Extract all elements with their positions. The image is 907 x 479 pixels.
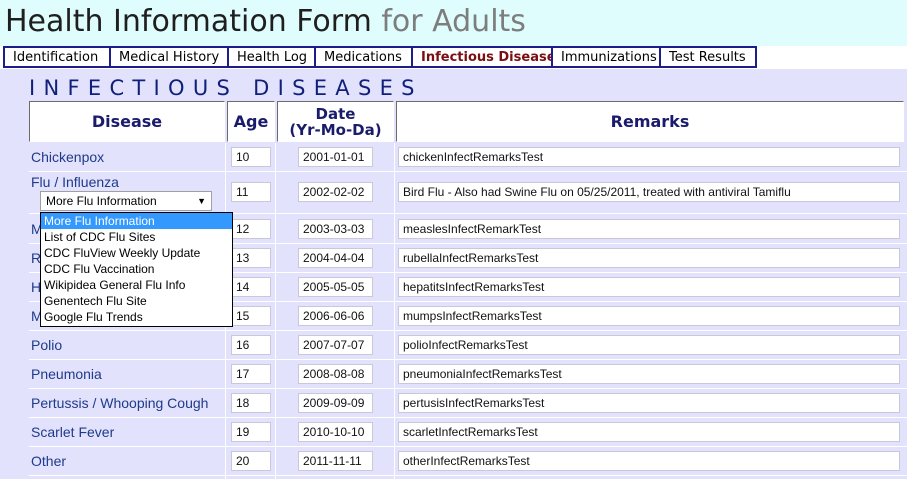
date-field[interactable]: 2006-06-06 [298,306,373,326]
date-field[interactable]: 2004-04-04 [298,248,373,268]
column-divider [275,143,276,479]
disease-name-chickenpox: Chickenpox [31,149,105,165]
row-divider [29,417,907,418]
date-field[interactable]: 2011-11-11 [298,451,373,471]
title-bar: Health Information Form for Adults [0,0,907,46]
row-divider [29,330,907,331]
remarks-field[interactable]: rubellaInfectRemarksTest [398,248,900,268]
disease-name-pneumonia: Pneumonia [31,366,102,382]
tab-test-results[interactable]: Test Results [659,46,757,68]
tab-health-log[interactable]: Health Log [227,46,316,68]
header-age: Age [227,101,275,142]
remarks-field[interactable]: chickenInfectRemarksTest [398,147,900,167]
age-field[interactable]: 10 [231,147,271,167]
dropdown-option[interactable]: Genentech Flu Site [41,293,232,309]
remarks-field[interactable]: otherInfectRemarksTest [398,451,900,471]
column-divider [394,143,395,479]
header-disease: Disease [29,101,225,142]
title-main: Health Information Form [5,4,372,39]
remarks-field[interactable]: mumpsInfectRemarksTest [398,306,900,326]
title-subtitle: for Adults [381,4,526,39]
dropdown-option[interactable]: CDC FluView Weekly Update [41,245,232,261]
date-field[interactable]: 2005-05-05 [298,277,373,297]
tab-medications[interactable]: Medications [314,46,413,68]
remarks-field[interactable]: measlesInfectRemarkTest [398,219,900,239]
age-field[interactable]: 15 [231,306,271,326]
disease-name-other: Other [31,453,67,469]
row-divider [29,388,907,389]
date-field[interactable]: 2008-08-08 [298,364,373,384]
disease-name-polio: Polio [31,337,63,353]
flu-info-select-value: More Flu Information [46,194,157,208]
age-field[interactable]: 18 [231,393,271,413]
date-field[interactable]: 2001-01-01 [298,147,373,167]
remarks-field[interactable]: scarletInfectRemarksTest [398,422,900,442]
age-field[interactable]: 16 [231,335,271,355]
header-date-line1: Date [315,104,356,123]
remarks-field[interactable]: Bird Flu - Also had Swine Flu on 05/25/2… [398,182,900,202]
tab-medical-history[interactable]: Medical History [109,46,229,68]
remarks-field[interactable]: pneumoniaInfectRemarksTest [398,364,900,384]
flu-info-dropdown-list: More Flu Information List of CDC Flu Sit… [40,212,233,327]
header-date: Date (Yr-Mo-Da) [277,101,394,142]
remarks-field[interactable]: hepatitsInfectRemarksTest [398,277,900,297]
remarks-field[interactable]: polioInfectRemarksTest [398,335,900,355]
page-title: Health Information Form for Adults [5,4,526,39]
disease-name-pertussis: Pertussis / Whooping Cough [31,395,209,411]
age-field[interactable]: 13 [231,248,271,268]
date-field[interactable]: 2003-03-03 [298,219,373,239]
age-field[interactable]: 11 [231,182,271,202]
date-field[interactable]: 2010-10-10 [298,422,373,442]
age-field[interactable]: 20 [231,451,271,471]
header-date-line2: (Yr-Mo-Da) [289,120,382,139]
age-field[interactable]: 14 [231,277,271,297]
age-field[interactable]: 17 [231,364,271,384]
dropdown-option[interactable]: CDC Flu Vaccination [41,261,232,277]
header-remarks: Remarks [396,101,904,142]
row-divider [29,446,907,447]
disease-name-scarlet-fever: Scarlet Fever [31,424,115,440]
row-divider [29,171,907,172]
date-field[interactable]: 2002-02-02 [298,182,373,202]
dropdown-option[interactable]: List of CDC Flu Sites [41,229,232,245]
disease-name-flu: Flu / Influenza [31,174,119,190]
row-divider [29,475,907,476]
age-field[interactable]: 19 [231,422,271,442]
section-title: INFECTIOUS DISEASES [29,76,423,100]
dropdown-arrow-icon: ▼ [197,196,206,206]
date-field[interactable]: 2009-09-09 [298,393,373,413]
row-divider [29,359,907,360]
flu-info-select[interactable]: More Flu Information ▼ [40,191,212,211]
dropdown-option[interactable]: Wikipidea General Flu Info [41,277,232,293]
dropdown-option[interactable]: More Flu Information [41,213,232,229]
tab-identification[interactable]: Identification [3,46,111,68]
remarks-field[interactable]: pertusisInfectRemarksTest [398,393,900,413]
tab-infectious-diseases[interactable]: Infectious Diseases [411,46,563,68]
dropdown-option[interactable]: Google Flu Trends [41,309,232,325]
tab-bar: Identification Medical History Health Lo… [3,46,757,68]
date-field[interactable]: 2007-07-07 [298,335,373,355]
tab-immunizations[interactable]: Immunizations [551,46,661,68]
age-field[interactable]: 12 [231,219,271,239]
